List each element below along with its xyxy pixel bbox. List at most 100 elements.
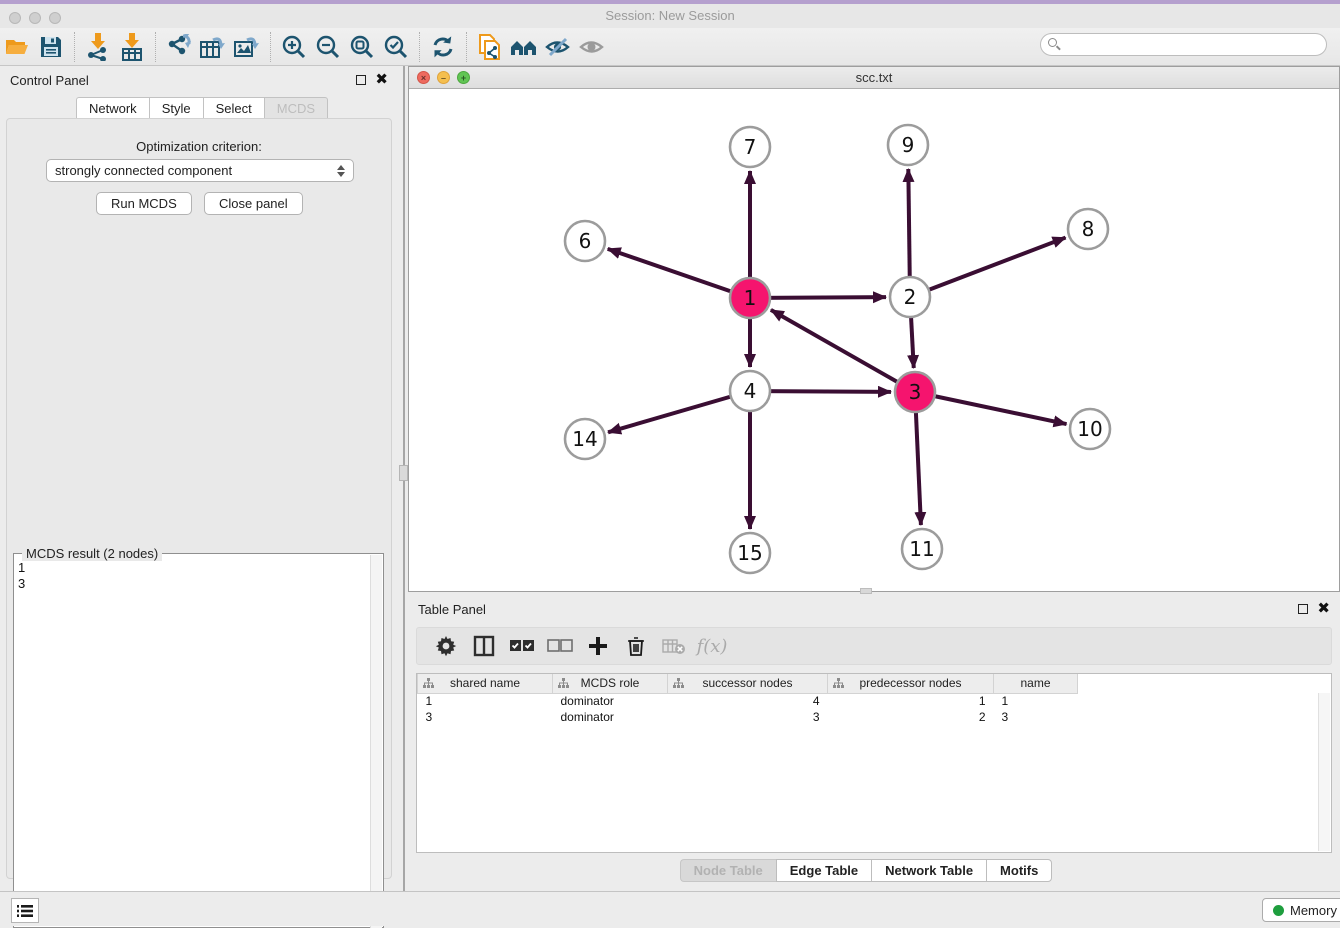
cell-shared-name[interactable]: 3: [418, 709, 553, 725]
minimize-icon[interactable]: –: [437, 71, 450, 84]
table-panel-title: Table Panel: [418, 602, 1298, 617]
tab-network-table[interactable]: Network Table: [871, 859, 986, 882]
function-builder-icon[interactable]: f(x): [693, 630, 731, 662]
run-mcds-button[interactable]: Run MCDS: [96, 192, 192, 215]
graph-node-4[interactable]: 4: [730, 371, 770, 411]
graph-node-2[interactable]: 2: [890, 277, 930, 317]
close-panel-icon[interactable]: ✖: [375, 75, 388, 85]
import-network-icon[interactable]: [81, 31, 115, 63]
delete-column-icon[interactable]: [617, 630, 655, 662]
select-all-columns-icon[interactable]: [503, 630, 541, 662]
clone-network-icon[interactable]: [473, 31, 507, 63]
float-panel-icon[interactable]: [356, 75, 366, 85]
cell-shared-name[interactable]: 1: [418, 693, 553, 709]
graph-node-1[interactable]: 1: [730, 278, 770, 318]
show-columns-icon[interactable]: [465, 630, 503, 662]
import-table-icon[interactable]: [115, 31, 149, 63]
open-file-icon[interactable]: [0, 31, 34, 63]
search-field[interactable]: [1040, 33, 1327, 56]
col-successor-nodes[interactable]: successor nodes: [668, 674, 828, 693]
tab-node-table[interactable]: Node Table: [680, 859, 776, 882]
save-session-icon[interactable]: [34, 31, 68, 63]
svg-text:9: 9: [902, 133, 915, 157]
close-panel-icon[interactable]: ✖: [1317, 604, 1330, 614]
svg-text:7: 7: [744, 135, 757, 159]
table-scrollbar[interactable]: [1318, 693, 1330, 851]
zoom-icon[interactable]: +: [457, 71, 470, 84]
edge-1-6[interactable]: [608, 249, 750, 298]
memory-label: Memory: [1290, 903, 1337, 918]
hide-selected-icon[interactable]: [541, 31, 575, 63]
unselect-all-columns-icon[interactable]: [541, 630, 579, 662]
delete-table-icon[interactable]: [655, 630, 693, 662]
close-icon[interactable]: ×: [417, 71, 430, 84]
result-scrollbar[interactable]: [370, 555, 382, 928]
table-panel-header: Table Panel ✖: [408, 595, 1340, 623]
zoom-in-icon[interactable]: [277, 31, 311, 63]
edge-3-1[interactable]: [771, 310, 915, 392]
network-traffic-lights[interactable]: × – +: [417, 71, 470, 84]
criterion-select[interactable]: strongly connected component: [46, 159, 354, 182]
edge-4-14[interactable]: [608, 391, 750, 432]
edge-2-8[interactable]: [910, 238, 1066, 297]
graph-node-9[interactable]: 9: [888, 125, 928, 165]
cell-predecessor-nodes[interactable]: 1: [828, 693, 994, 709]
graph-node-7[interactable]: 7: [730, 127, 770, 167]
graph-node-6[interactable]: 6: [565, 221, 605, 261]
mcds-result-list: 13: [18, 560, 25, 592]
network-window-titlebar[interactable]: × – + scc.txt: [409, 67, 1339, 89]
col-name[interactable]: name: [994, 674, 1078, 693]
tab-select[interactable]: Select: [203, 97, 264, 120]
memory-button[interactable]: Memory: [1262, 898, 1340, 922]
edge-3-10[interactable]: [915, 392, 1067, 424]
network-graph-canvas[interactable]: 1 2 3 4 6 7 8 9 10 11 14 15: [409, 89, 1339, 591]
horizontal-splitter-grip[interactable]: [860, 588, 872, 594]
table-header-row: shared name MCDS role successor nodes pr…: [418, 674, 1078, 693]
cell-mcds-role[interactable]: dominator: [553, 709, 668, 725]
graph-node-10[interactable]: 10: [1070, 409, 1110, 449]
main-traffic-lights[interactable]: [9, 12, 61, 24]
float-panel-icon[interactable]: [1298, 604, 1308, 614]
cell-successor-nodes[interactable]: 3: [668, 709, 828, 725]
graph-node-11[interactable]: 11: [902, 529, 942, 569]
graph-node-3[interactable]: 3: [895, 372, 935, 412]
cell-name[interactable]: 3: [994, 709, 1078, 725]
tab-style[interactable]: Style: [149, 97, 203, 120]
search-input[interactable]: [1040, 33, 1327, 56]
graph-node-14[interactable]: 14: [565, 419, 605, 459]
tab-motifs[interactable]: Motifs: [986, 859, 1052, 882]
zoom-icon[interactable]: [49, 12, 61, 24]
cell-name[interactable]: 1: [994, 693, 1078, 709]
cell-predecessor-nodes[interactable]: 2: [828, 709, 994, 725]
col-predecessor-nodes[interactable]: predecessor nodes: [828, 674, 994, 693]
svg-text:3: 3: [909, 380, 922, 404]
first-neighbors-icon[interactable]: [507, 31, 541, 63]
settings-gear-icon[interactable]: [427, 630, 465, 662]
close-icon[interactable]: [9, 12, 21, 24]
zoom-out-icon[interactable]: [311, 31, 345, 63]
tab-network[interactable]: Network: [76, 97, 149, 120]
show-all-icon[interactable]: [575, 31, 609, 63]
zoom-selected-icon[interactable]: [379, 31, 413, 63]
cell-successor-nodes[interactable]: 4: [668, 693, 828, 709]
vertical-splitter-grip[interactable]: [399, 465, 408, 481]
graph-node-8[interactable]: 8: [1068, 209, 1108, 249]
table-row[interactable]: 3 dominator 3 2 3: [418, 709, 1078, 725]
zoom-fit-icon[interactable]: [345, 31, 379, 63]
close-panel-button[interactable]: Close panel: [204, 192, 303, 215]
network-window-title: scc.txt: [409, 67, 1339, 89]
export-table-icon[interactable]: [196, 31, 230, 63]
graph-node-15[interactable]: 15: [730, 533, 770, 573]
table-row[interactable]: 1 dominator 4 1 1: [418, 693, 1078, 709]
export-image-icon[interactable]: [230, 31, 264, 63]
cell-mcds-role[interactable]: dominator: [553, 693, 668, 709]
col-shared-name[interactable]: shared name: [418, 674, 553, 693]
add-column-icon[interactable]: [579, 630, 617, 662]
minimize-icon[interactable]: [29, 12, 41, 24]
tab-edge-table[interactable]: Edge Table: [776, 859, 871, 882]
task-history-button[interactable]: [11, 898, 39, 923]
refresh-icon[interactable]: [426, 31, 460, 63]
col-mcds-role[interactable]: MCDS role: [553, 674, 668, 693]
export-network-icon[interactable]: [162, 31, 196, 63]
tab-mcds[interactable]: MCDS: [264, 97, 328, 120]
